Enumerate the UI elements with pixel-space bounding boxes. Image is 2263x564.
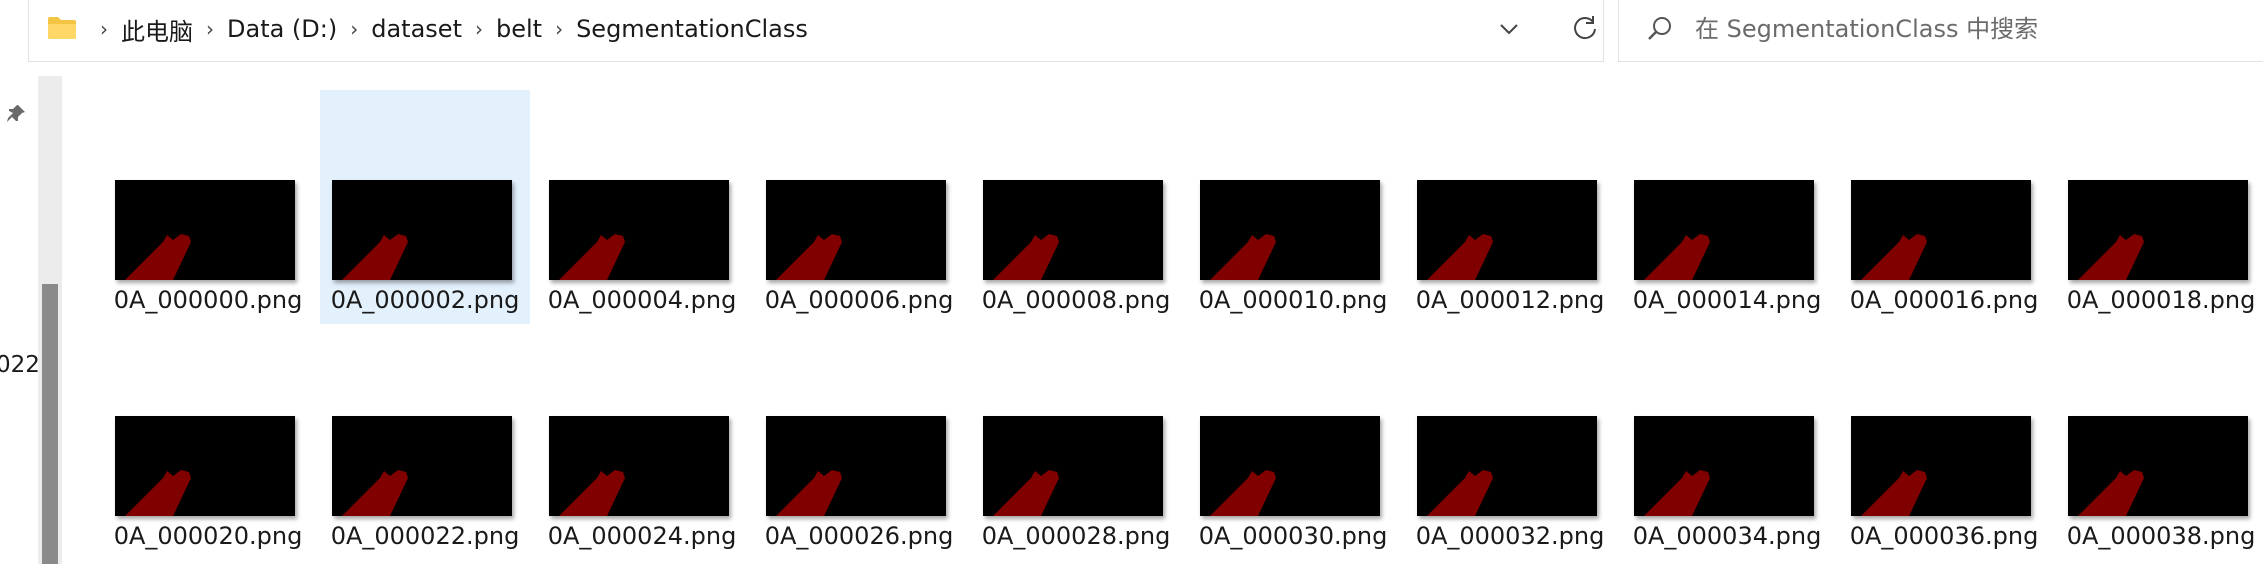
breadcrumb-this-pc[interactable]: 此电脑 bbox=[121, 12, 193, 47]
file-thumbnail bbox=[1634, 180, 1814, 280]
file-name: 0A_000034.png bbox=[1632, 522, 1822, 550]
file-thumbnail bbox=[2068, 416, 2248, 516]
file-name: 0A_000010.png bbox=[1198, 286, 1388, 314]
file-item[interactable]: 0A_000032.png bbox=[1405, 326, 1615, 560]
file-thumbnail bbox=[549, 416, 729, 516]
file-item[interactable]: 0A_000024.png bbox=[537, 326, 747, 560]
file-item[interactable]: 0A_000006.png bbox=[754, 90, 964, 324]
chevron-right-icon[interactable]: › bbox=[193, 17, 227, 41]
file-item[interactable]: 0A_000016.png bbox=[1839, 90, 2049, 324]
file-name: 0A_000002.png bbox=[330, 286, 520, 314]
nav-item-label[interactable]: 022 bbox=[0, 352, 40, 378]
file-item[interactable]: 0A_000020.png bbox=[103, 326, 313, 560]
file-item[interactable]: 0A_000014.png bbox=[1622, 90, 1832, 324]
refresh-icon[interactable] bbox=[1569, 12, 1601, 44]
file-item[interactable]: 0A_000000.png bbox=[103, 90, 313, 324]
navigation-pane: 022 bbox=[0, 62, 40, 564]
chevron-down-icon[interactable] bbox=[1494, 14, 1524, 44]
file-item[interactable]: 0A_000018.png bbox=[2056, 90, 2263, 324]
chevron-right-icon[interactable]: › bbox=[87, 17, 121, 41]
file-name: 0A_000028.png bbox=[981, 522, 1171, 550]
file-item[interactable]: 0A_000004.png bbox=[537, 90, 747, 324]
file-name: 0A_000022.png bbox=[330, 522, 520, 550]
file-thumbnail bbox=[1634, 416, 1814, 516]
breadcrumb-belt[interactable]: belt bbox=[496, 15, 542, 43]
file-thumbnail bbox=[1851, 416, 2031, 516]
file-item[interactable]: 0A_000036.png bbox=[1839, 326, 2049, 560]
file-thumbnail bbox=[332, 416, 512, 516]
file-thumbnail bbox=[549, 180, 729, 280]
file-thumbnail bbox=[115, 180, 295, 280]
file-thumbnail bbox=[983, 180, 1163, 280]
file-item[interactable]: 0A_000002.png bbox=[320, 90, 530, 324]
file-thumbnail bbox=[766, 180, 946, 280]
file-name: 0A_000008.png bbox=[981, 286, 1171, 314]
file-name: 0A_000036.png bbox=[1849, 522, 2039, 550]
file-thumbnail bbox=[115, 416, 295, 516]
file-name: 0A_000018.png bbox=[2066, 286, 2256, 314]
file-item[interactable]: 0A_000008.png bbox=[971, 90, 1181, 324]
folder-icon bbox=[47, 16, 77, 40]
file-item[interactable]: 0A_000030.png bbox=[1188, 326, 1398, 560]
file-name: 0A_000020.png bbox=[113, 522, 303, 550]
file-item[interactable]: 0A_000026.png bbox=[754, 326, 964, 560]
search-box[interactable] bbox=[1618, 0, 2263, 62]
file-item[interactable]: 0A_000028.png bbox=[971, 326, 1181, 560]
pin-icon[interactable] bbox=[4, 102, 28, 126]
file-name: 0A_000032.png bbox=[1415, 522, 1605, 550]
file-name: 0A_000030.png bbox=[1198, 522, 1388, 550]
file-name: 0A_000000.png bbox=[113, 286, 303, 314]
scrollbar-thumb[interactable] bbox=[42, 284, 58, 564]
file-thumbnail bbox=[2068, 180, 2248, 280]
file-name: 0A_000038.png bbox=[2066, 522, 2256, 550]
chevron-right-icon[interactable]: › bbox=[337, 17, 371, 41]
file-name: 0A_000016.png bbox=[1849, 286, 2039, 314]
file-thumbnail bbox=[1200, 416, 1380, 516]
chevron-right-icon[interactable]: › bbox=[462, 17, 496, 41]
chevron-right-icon[interactable]: › bbox=[542, 17, 576, 41]
file-thumbnail bbox=[1417, 416, 1597, 516]
breadcrumb: › 此电脑 › Data (D:) › dataset › belt › Seg… bbox=[87, 0, 808, 58]
file-name: 0A_000012.png bbox=[1415, 286, 1605, 314]
file-name: 0A_000006.png bbox=[764, 286, 954, 314]
file-item[interactable]: 0A_000022.png bbox=[320, 326, 530, 560]
file-thumbnail bbox=[1417, 180, 1597, 280]
file-thumbnail bbox=[1200, 180, 1380, 280]
file-thumbnail bbox=[766, 416, 946, 516]
file-name: 0A_000014.png bbox=[1632, 286, 1822, 314]
file-thumbnail bbox=[983, 416, 1163, 516]
file-item[interactable]: 0A_000012.png bbox=[1405, 90, 1615, 324]
file-thumbnail bbox=[332, 180, 512, 280]
file-name: 0A_000004.png bbox=[547, 286, 737, 314]
file-name: 0A_000026.png bbox=[764, 522, 954, 550]
search-input[interactable] bbox=[1695, 10, 2255, 48]
file-item[interactable]: 0A_000010.png bbox=[1188, 90, 1398, 324]
address-bar[interactable]: › 此电脑 › Data (D:) › dataset › belt › Seg… bbox=[28, 0, 1604, 62]
breadcrumb-data-drive[interactable]: Data (D:) bbox=[227, 15, 337, 43]
file-item[interactable]: 0A_000034.png bbox=[1622, 326, 1832, 560]
breadcrumb-segmentationclass[interactable]: SegmentationClass bbox=[576, 15, 808, 43]
file-thumbnail bbox=[1851, 180, 2031, 280]
file-name: 0A_000024.png bbox=[547, 522, 737, 550]
search-icon[interactable] bbox=[1645, 14, 1675, 44]
breadcrumb-dataset[interactable]: dataset bbox=[371, 15, 462, 43]
file-item[interactable]: 0A_000038.png bbox=[2056, 326, 2263, 560]
